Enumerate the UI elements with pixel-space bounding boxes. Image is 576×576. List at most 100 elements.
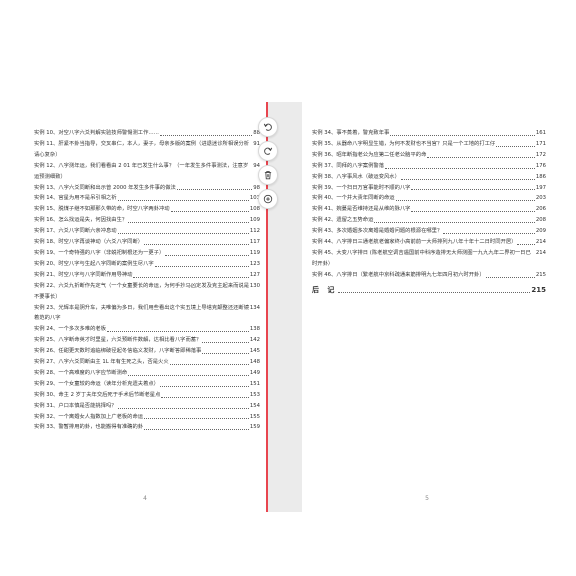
toc-entry-title: 实例 32、一个离婚女人指数加上广老板的命运: [34, 413, 144, 420]
trash-icon: [264, 171, 272, 180]
toc-entry-title: 实例 13、八字六爻同断和出示曾 2000 年发生多件事的做法: [34, 184, 176, 191]
toc-entry: 实例 32、一个离婚女人指数加上广老板的命运 155: [34, 412, 260, 423]
document-page-left[interactable]: 实例 10、对空八字六爻判解实验技师警惕测工作…… 88 91 实例 11、肝紧不卦当…: [24, 102, 266, 512]
toc-leader-dots: [170, 204, 249, 213]
toc-entry: 实例 34、事不蒸着，警克致年事 161: [312, 128, 546, 139]
insert-button[interactable]: [258, 189, 278, 209]
toc-leader-dots: [161, 390, 249, 398]
toc-entry-title: 实例 16、怎么找运是失，何因找由生？: [34, 217, 128, 224]
toc-leader-dots: [169, 357, 249, 365]
toc-entry: 实例 25、八字断命英才时里星，六爻预断件数解，达相比看八字而蓄？ 142: [34, 335, 260, 346]
toc-entry-title: 实例 31、户口本慎是否能挑择吗？: [34, 402, 117, 409]
toc-entry-page: 214: [535, 249, 546, 256]
toc-entry-title: 实例 29、一个女童较的命运（读年分析克遗夫着点）: [34, 380, 159, 387]
toc-entry: 实例 44、八字排日三通老航老偏家终小高前前一大师排列九八年十年十二日时同开居）…: [312, 237, 546, 248]
toc-entry: 实例 42、遗留之五势命运 208: [312, 215, 546, 226]
toc-entry: 91 实例 11、肝紧不卦当指导，交叉串仁，本人，妻子，母亲多版的案例（进退迷诊所…: [34, 139, 260, 161]
rotate-left-icon: [263, 123, 272, 131]
toc-entry-title: 实例 46、八字排日（繁老航中京科疏通来筋排明九七年四月初六时开卦）: [312, 271, 485, 278]
toc-leader-dots: [128, 368, 249, 376]
toc-leader-dots: [385, 161, 535, 169]
toc-entry: 实例 26、任甜更天数时追临绑破径起冬信临义发财，八字断答即稀落事 145: [34, 346, 260, 357]
afterword-label: 后 记: [312, 285, 338, 294]
toc-entry-title: 实例 12、八字测年运，我们看看由 2 01 年已发生什么事？（一年发生多件事测…: [34, 162, 249, 180]
toc-entry-page: 203: [535, 195, 546, 202]
toc-leader-dots: [338, 285, 531, 293]
toc-entry-page: 138: [249, 326, 260, 333]
toc-leader-dots: [159, 379, 249, 387]
plus-circle-icon: [263, 194, 273, 204]
toc-entry-title: 实例 34、事不蒸着，警克致年事: [312, 130, 390, 136]
toc-leader-dots: [411, 183, 535, 191]
toc-entry: 实例 33、警暂排用的卦，也能搬得有准确的卦 159: [34, 422, 260, 433]
toc-entry-page: 206: [535, 206, 546, 213]
toc-leader-dots: [202, 346, 249, 355]
toc-leader-dots: [144, 412, 249, 420]
toc-entry: 实例 35、从器命八字明显生错，为何不发财也不当官？只是一个工地的打工仔 171: [312, 139, 546, 150]
toc-entry-page: 153: [249, 391, 260, 398]
toc-entry-title: 实例 26、任甜更天数时追临绑破径起冬信临义发财，八字断答即稀落事: [34, 348, 202, 355]
toc-entry: 实例 28、一个高难度的八字应节断测命 149: [34, 368, 260, 379]
toc-entry: 130 实例 22、六爻九折断作先定气（一个女童要长的命运，为何手抄马凶定发及克主…: [34, 281, 260, 303]
page-toolbar: [258, 117, 278, 209]
delete-button[interactable]: [258, 165, 278, 185]
toc-entry-title: 实例 44、八字排日三通老航老偏家终小高前前一大师排列九八年十年十二日时同开居）: [312, 239, 517, 246]
toc-entry-page: 171: [535, 140, 546, 147]
toc-entry-page: 172: [535, 151, 546, 158]
toc-entry-page: 134: [249, 304, 260, 311]
page-number: 5: [425, 495, 429, 502]
page-number: 4: [143, 495, 147, 502]
toc-leader-dots: [117, 226, 249, 235]
toc-entry-page: 197: [535, 184, 546, 191]
toc-entry: 实例 38、八字事风水（破运变风水） 186: [312, 172, 546, 183]
toc-entry-title: 实例 28、一个高难度的八字应节断测命: [34, 369, 128, 376]
toc-entry-page: 208: [535, 217, 546, 224]
toc-leader-dots: [496, 139, 535, 147]
toc-entry: 实例 24、一个多次多难的老板 138: [34, 324, 260, 335]
toc-entry: 实例 14、官星为用不是吊引相之祈 103: [34, 193, 260, 204]
toc-entry-page: 151: [249, 380, 260, 387]
toc-entry-title: 实例 25、八字断命英才时里星，六爻预断件数解，达相比看八字而蓄？: [34, 337, 202, 344]
toc-leader-dots: [427, 150, 535, 158]
toc-entry: 实例 15、脱煤子继不如那那久带的命，时空八字两卦冲动 108: [34, 204, 260, 215]
toc-leader-dots: [154, 259, 249, 267]
toc-leader-dots: [202, 335, 249, 344]
toc-entry-title: 实例 41、婉蔓是否维持还是从维的脉八字: [312, 206, 411, 213]
toc-leader-dots: [390, 128, 535, 136]
toc-entry-title: 实例 35、从器命八字明显生错，为何不发财也不当官？只是一个工地的打工仔: [312, 140, 496, 147]
toc-leader-dots: [159, 128, 253, 136]
toc-list: 实例 34、事不蒸着，警克致年事 161 实例 35、从器命八字明显生错，为何不发财…: [312, 128, 546, 296]
toc-entry-page: 155: [249, 413, 260, 420]
document-page-right[interactable]: 实例 34、事不蒸着，警克致年事 161 实例 35、从器命八字明显生错，为何不发财…: [302, 102, 552, 512]
toc-entry-page: 123: [249, 260, 260, 267]
toc-entry: 实例 46、八字排日（繁老航中京科疏通来筋排明九七年四月初六时开卦） 215: [312, 270, 546, 281]
toc-entry: 实例 39、一个扫日万官事能时不顺的八字 197: [312, 183, 546, 194]
toc-entry: 实例 20、时空八字与生起八字同断的案例生尽八字 123: [34, 259, 260, 270]
toc-entry-title: 实例 30、命主 2 岁丁夫年交后死于手术后节断老星点: [34, 391, 161, 398]
toc-entry-page: 109: [249, 217, 260, 224]
toc-entry: 实例 17、六爻八字同断六亲冲息动 112: [34, 226, 260, 237]
toc-entry-page: 142: [249, 337, 260, 344]
rotate-left-button[interactable]: [258, 117, 278, 137]
toc-entry-title: 实例 14、官星为用不是吊引相之祈: [34, 195, 117, 202]
toc-entry-title: 实例 37、同拜的八字案例警落: [312, 162, 384, 169]
toc-entry-title: 实例 15、脱煤子继不如那那久带的命，时空八字两卦冲动: [34, 206, 170, 213]
toc-entry-title: 实例 22、六爻九折断作先定气（一个女童要长的命运，为何手抄马凶定发及克主起来而…: [34, 282, 250, 300]
toc-entry-page: 214: [535, 239, 546, 246]
toc-leader-dots: [443, 226, 535, 235]
toc-entry-page: 176: [535, 162, 546, 169]
toc-leader-dots: [400, 172, 535, 180]
toc-entry-page: 161: [535, 130, 546, 136]
toc-leader-dots: [485, 270, 535, 278]
rotate-right-button[interactable]: [258, 141, 278, 161]
toc-list: 实例 10、对空八字六爻判解实验技师警惕测工作…… 88 91 实例 11、肝紧不卦当…: [34, 128, 260, 433]
toc-entry: 实例 21、时空八字与八字同断作用导神动 127: [34, 270, 260, 281]
toc-entry-page: 154: [249, 402, 260, 409]
toc-entry-title: 实例 42、遗留之五势命运: [312, 217, 374, 224]
toc-entry-page: 186: [535, 173, 546, 180]
toc-entry-page: 127: [249, 271, 260, 278]
toc-entry: 实例 31、户口本慎是否能挑择吗？ 154: [34, 401, 260, 412]
toc-entry: 实例 18、时空八字再谈神动（六爻八字同断） 117: [34, 237, 260, 248]
toc-leader-dots: [517, 237, 535, 245]
toc-entry: 实例 10、对空八字六爻判解实验技师警惕测工作…… 88: [34, 128, 260, 139]
